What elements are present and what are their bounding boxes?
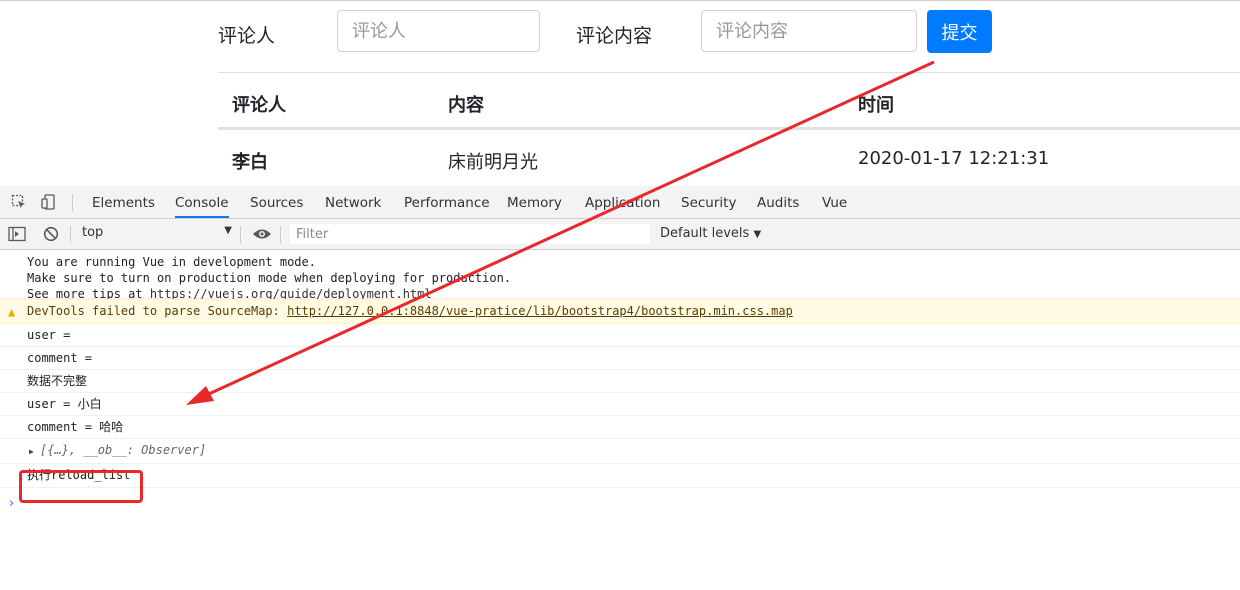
header-time: 时间 (858, 95, 894, 116)
header-commenter: 评论人 (232, 95, 286, 116)
tab-vue[interactable]: Vue (822, 186, 847, 218)
console-output: You are running Vue in development mode.… (0, 250, 1240, 488)
header-content: 内容 (448, 95, 484, 116)
tab-elements[interactable]: Elements (92, 186, 155, 218)
submit-button[interactable]: 提交 (927, 10, 992, 53)
toolbar-separator (280, 226, 281, 243)
highlight-box (19, 470, 143, 503)
tab-audits[interactable]: Audits (757, 186, 799, 218)
log-levels-dropdown[interactable]: Default levels ▼ (660, 226, 761, 241)
context-selector[interactable]: top ▼ (82, 225, 234, 243)
tab-application[interactable]: Application (585, 186, 660, 218)
content-label: 评论内容 (576, 25, 653, 47)
toolbar-separator (70, 226, 71, 243)
tab-console[interactable]: Console (175, 186, 229, 218)
dropdown-arrow-icon: ▼ (224, 225, 232, 236)
table-header-row: 评论人 内容 时间 (218, 72, 1240, 129)
console-text: user = 小白 (27, 397, 102, 411)
console-message: comment = 哈哈 (0, 416, 1240, 439)
console-toolbar: top ▼ Default levels ▼ (0, 219, 1240, 250)
commenter-label: 评论人 (218, 25, 276, 47)
console-text: 数据不完整 (27, 374, 88, 388)
tab-performance[interactable]: Performance (404, 186, 490, 218)
log-levels-label: Default levels (660, 226, 750, 241)
device-toolbar-icon[interactable] (40, 194, 58, 210)
console-text: user = (27, 328, 71, 342)
console-message: user = (0, 324, 1240, 347)
console-message: user = 小白 (0, 393, 1240, 416)
console-text: You are running Vue in development mode. (27, 255, 316, 269)
console-object-message[interactable]: ▶ [{…}, __ob__: Observer] (0, 439, 1240, 464)
tab-separator (72, 194, 73, 211)
console-message: 执行reload_list (0, 464, 1240, 488)
cell-time: 2020-01-17 12:21:31 (858, 148, 1050, 169)
devtools-panel: Elements Console Sources Network Perform… (0, 186, 1240, 590)
tab-sources[interactable]: Sources (250, 186, 303, 218)
console-text: comment = (27, 351, 93, 365)
content-input[interactable] (701, 10, 917, 52)
console-message: 数据不完整 (0, 370, 1240, 393)
context-value: top (82, 225, 104, 240)
sourcemap-link[interactable]: http://127.0.0.1:8848/vue-pratice/lib/bo… (287, 304, 793, 318)
console-warning: ▲ DevTools failed to parse SourceMap: ht… (0, 299, 1240, 324)
devtools-tabbar: Elements Console Sources Network Perform… (0, 186, 1240, 219)
console-message: You are running Vue in development mode.… (0, 250, 1240, 301)
cell-content: 床前明月光 (448, 152, 538, 173)
toolbar-separator (240, 226, 241, 243)
commenter-input[interactable] (337, 10, 540, 52)
console-text: DevTools failed to parse SourceMap: (27, 304, 288, 318)
console-prompt-icon[interactable]: › (9, 496, 14, 511)
levels-arrow-icon: ▼ (753, 229, 762, 240)
console-text: comment = 哈哈 (27, 420, 124, 434)
eye-icon[interactable] (252, 226, 272, 242)
comments-table: 评论人 内容 时间 李白 床前明月光 2020-01-17 12:21:31 (218, 72, 1240, 185)
top-border (0, 0, 1240, 1)
console-object: [{…}, __ob__: Observer] (40, 443, 207, 457)
filter-input[interactable] (290, 224, 650, 244)
tab-memory[interactable]: Memory (507, 186, 562, 218)
console-message: comment = (0, 347, 1240, 370)
clear-console-icon[interactable] (42, 226, 60, 242)
cell-user: 李白 (232, 152, 268, 173)
tab-network[interactable]: Network (325, 186, 381, 218)
tab-security[interactable]: Security (681, 186, 736, 218)
table-row: 李白 床前明月光 2020-01-17 12:21:31 (218, 129, 1240, 185)
warning-icon: ▲ (8, 305, 16, 319)
inspect-element-icon[interactable] (10, 194, 28, 210)
expand-triangle-icon[interactable]: ▶ (29, 444, 34, 460)
sidebar-toggle-icon[interactable] (8, 226, 26, 242)
comment-form: 评论人 评论内容 提交 (0, 10, 1240, 54)
console-text: Make sure to turn on production mode whe… (27, 271, 512, 285)
